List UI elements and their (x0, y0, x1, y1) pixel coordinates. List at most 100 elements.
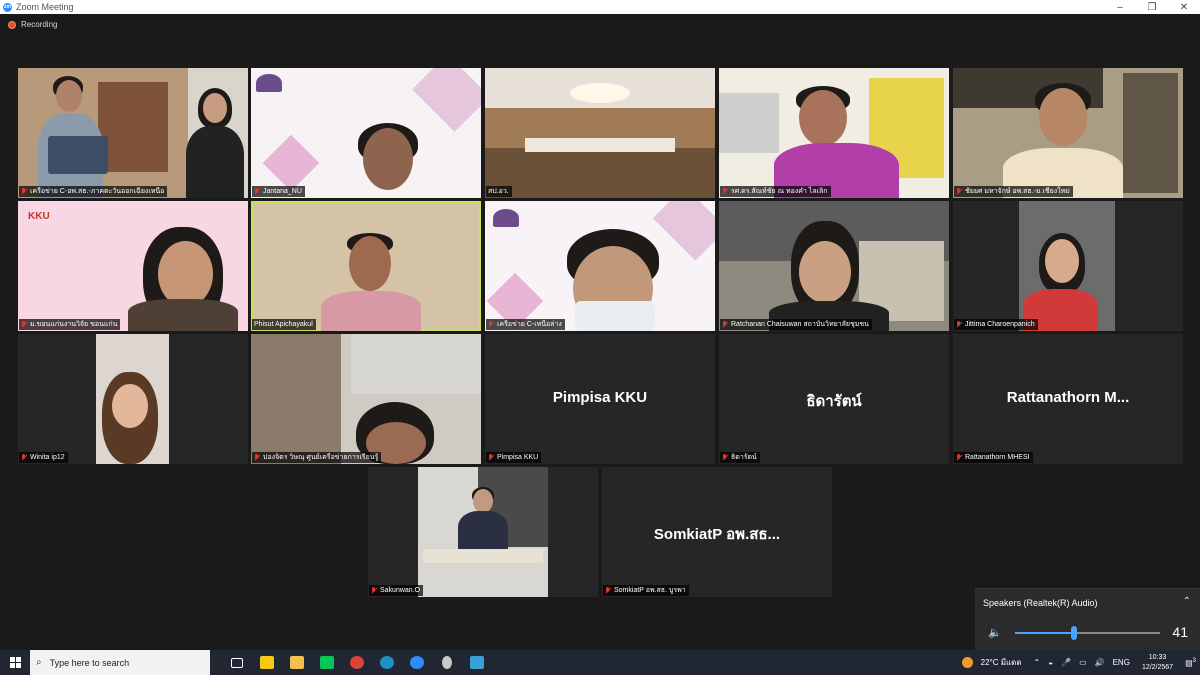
maximize-button[interactable]: ❐ (1136, 0, 1168, 14)
participant-namebar: Ratchanan Chaisuwan สถาบันวิทยาลัยชุมชน (720, 319, 872, 330)
participant-namebar: รศ.ดร.สัณห์ชัย ณ ทองคำ ไลเลิก (720, 186, 831, 197)
participant-namebar: Phisut Apichayakul (252, 319, 316, 330)
participant-tile[interactable]: Rattanathorn M... Rattanathorn MHESI (953, 334, 1183, 464)
file-explorer-icon[interactable] (282, 650, 312, 675)
chevron-up-icon[interactable]: ⌃ (1034, 658, 1041, 667)
mic-muted-icon (488, 454, 494, 461)
university-logo-icon (256, 74, 282, 92)
participant-tile[interactable]: ปองจิตร วิษณุ ศูนย์เครือข่ายการเรียนรู้ (251, 334, 481, 464)
speakers-volume-panel: Speakers (Realtek(R) Audio) ⌃ 🔈 41 (975, 588, 1200, 650)
participant-display-name: SomkiatP อพ.สธ... (653, 526, 781, 543)
participant-tile[interactable]: Winita ip12 (18, 334, 248, 464)
network-icon[interactable]: ◒ (1048, 658, 1053, 667)
participant-namebar: ปองจิตร วิษณุ ศูนย์เครือข่ายการเรียนรู้ (252, 452, 382, 463)
participant-name: Winita ip12 (30, 454, 65, 461)
taskbar-search-box[interactable]: ⌕ Type here to search (30, 650, 210, 675)
participant-display-name: Rattanathorn M... (1006, 389, 1130, 406)
speaker-icon[interactable]: 🔈 (988, 626, 1002, 639)
search-icon: ⌕ (36, 657, 42, 668)
mic-muted-icon (488, 321, 494, 328)
participant-name: รศ.ดร.สัณห์ชัย ณ ทองคำ ไลเลิก (731, 188, 828, 195)
windows-taskbar: ⌕ Type here to search 22°C มีแดด ⌃ ◒ 🎤 ▭… (0, 650, 1200, 675)
participant-tile[interactable]: เครือข่าย C-อพ.สธ.-ภาคตะวันออกเฉียงเหนือ (18, 68, 248, 198)
participant-tile[interactable]: Ratchanan Chaisuwan สถาบันวิทยาลัยชุมชน (719, 201, 949, 331)
participant-tile[interactable]: KKU ม.ขอนแก่นงานวิจัย ขอนแก่น (18, 201, 248, 331)
mic-muted-icon (605, 587, 611, 594)
volume-slider[interactable] (1015, 626, 1160, 640)
participant-namebar: SomkiatP อพ.สธ. บูรพา (603, 585, 689, 596)
participant-tile[interactable]: สป.อว. (485, 68, 715, 198)
mic-muted-icon (956, 188, 962, 195)
volume-slider-thumb[interactable] (1071, 626, 1078, 640)
clock-date: 12/2/2567 (1141, 663, 1174, 671)
app-icon[interactable] (432, 650, 462, 675)
participant-tile[interactable]: Jittima Charoenpanich (953, 201, 1183, 331)
participant-tile[interactable]: Jantana_NU (251, 68, 481, 198)
edge-icon[interactable] (372, 650, 402, 675)
participant-display-name: ธิดารัตน์ (806, 393, 862, 410)
microphone-icon[interactable]: 🎤 (1061, 658, 1071, 667)
language-indicator[interactable]: ENG (1113, 658, 1130, 667)
participant-name: Pimpisa KKU (497, 454, 539, 461)
participant-name: ชัยยศ มหาจักษ์ อพ.สธ.-ม.เชียงใหม่ (965, 188, 1070, 195)
minimize-button[interactable]: – (1104, 0, 1136, 14)
task-view-icon[interactable] (222, 650, 252, 675)
mic-muted-icon (956, 321, 962, 328)
participant-name: Rattanathorn MHESI (965, 454, 1030, 461)
participant-name: Ratchanan Chaisuwan สถาบันวิทยาลัยชุมชน (731, 321, 869, 328)
chrome-icon[interactable] (342, 650, 372, 675)
participant-namebar: Pimpisa KKU (486, 452, 542, 463)
participant-display-name: Pimpisa KKU (552, 389, 648, 406)
participant-namebar: Rattanathorn MHESI (954, 452, 1033, 463)
remote-desktop-icon[interactable] (462, 650, 492, 675)
sticky-notes-icon[interactable] (252, 650, 282, 675)
participant-tile-active-speaker[interactable]: Phisut Apichayakul (251, 201, 481, 331)
participant-tile[interactable]: ชัยยศ มหาจักษ์ อพ.สธ.-ม.เชียงใหม่ (953, 68, 1183, 198)
close-button[interactable]: ✕ (1168, 0, 1200, 14)
weather-widget[interactable]: 22°C มีแดด (958, 656, 1026, 669)
participant-tile[interactable]: Pimpisa KKU Pimpisa KKU (485, 334, 715, 464)
participant-name: Jantana_NU (263, 188, 302, 195)
participant-tile[interactable]: รศ.ดร.สัณห์ชัย ณ ทองคำ ไลเลิก (719, 68, 949, 198)
notification-count: 3 (1192, 657, 1196, 664)
volume-slider-fill (1015, 632, 1075, 634)
monitor-icon[interactable]: ▭ (1079, 658, 1087, 667)
window-title: Zoom Meeting (16, 2, 74, 12)
participant-namebar: Winita ip12 (19, 452, 68, 463)
windows-start-icon[interactable] (0, 650, 30, 675)
participant-tile[interactable]: SomkiatP อพ.สธ... SomkiatP อพ.สธ. บูรพา (602, 467, 832, 597)
participant-namebar: Jantana_NU (252, 186, 305, 197)
zoom-icon[interactable] (402, 650, 432, 675)
participant-name: Phisut Apichayakul (254, 321, 313, 328)
mic-muted-icon (254, 454, 260, 461)
volume-icon[interactable]: 🔊 (1095, 658, 1105, 667)
search-placeholder: Type here to search (49, 657, 130, 668)
clock[interactable]: 10:33 12/2/2567 (1142, 653, 1173, 673)
participant-namebar: เครือข่าย C-อพ.สธ.-ภาคตะวันออกเฉียงเหนือ (19, 186, 168, 197)
participant-namebar: เครือข่าย C-เหนือล่าง (486, 319, 565, 330)
line-app-icon[interactable] (312, 650, 342, 675)
participant-name: SomkiatP อพ.สธ. บูรพา (614, 587, 686, 594)
mic-muted-icon (722, 188, 728, 195)
recording-indicator[interactable]: Recording (8, 20, 57, 29)
participant-name: ธิดารัตน์ (731, 454, 757, 461)
notification-icon[interactable]: ▤3 (1185, 658, 1196, 668)
participant-namebar: สป.อว. (486, 186, 512, 197)
clock-time: 10:33 (1148, 653, 1167, 661)
mic-muted-icon (254, 188, 260, 195)
participant-namebar: ม.ขอนแก่นงานวิจัย ขอนแก่น (19, 319, 121, 330)
sun-icon (961, 657, 973, 669)
participant-tile[interactable]: ธิดารัตน์ ธิดารัตน์ (719, 334, 949, 464)
mic-muted-icon (21, 321, 27, 328)
chevron-up-icon[interactable]: ⌃ (1183, 596, 1191, 607)
kku-logo-icon: KKU (28, 211, 50, 222)
participant-name: ปองจิตร วิษณุ ศูนย์เครือข่ายการเรียนรู้ (263, 454, 379, 461)
mic-muted-icon (21, 454, 27, 461)
participant-name: Jittima Charoenpanich (965, 321, 1035, 328)
participant-tile[interactable]: เครือข่าย C-เหนือล่าง (485, 201, 715, 331)
speakers-title: Speakers (Realtek(R) Audio) (983, 598, 1098, 608)
volume-value: 41 (1172, 624, 1188, 640)
participant-tile[interactable]: Sakunwan.O (368, 467, 598, 597)
university-logo-icon (493, 209, 519, 227)
participant-namebar: ชัยยศ มหาจักษ์ อพ.สธ.-ม.เชียงใหม่ (954, 186, 1073, 197)
